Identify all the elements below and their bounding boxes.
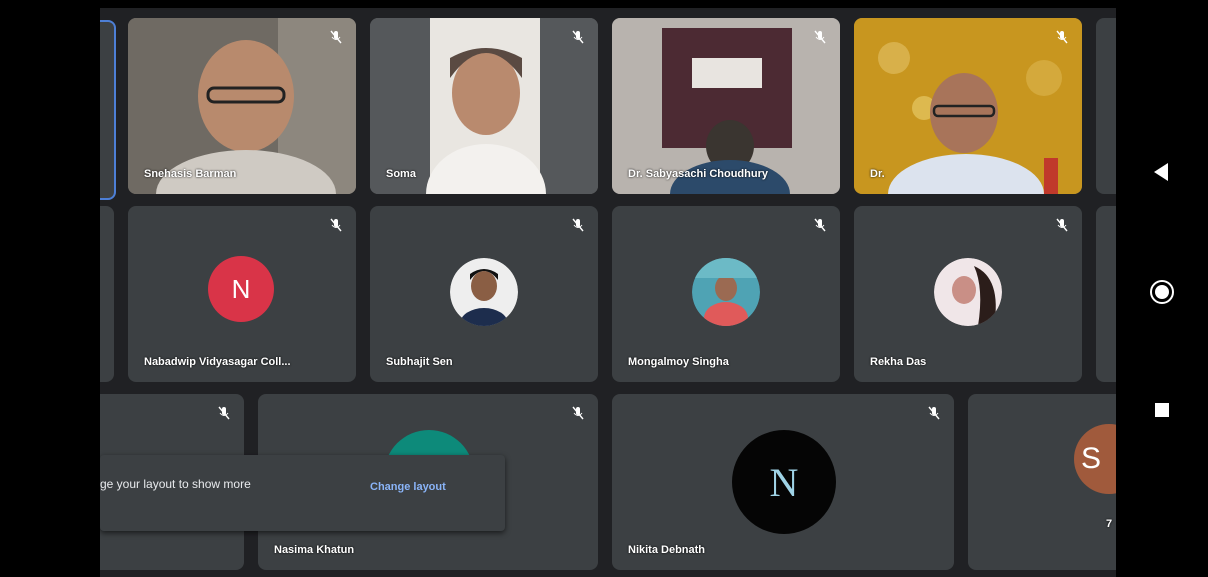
participant-name: Dr. Sabyasachi Choudhury	[628, 168, 768, 180]
participant-tile[interactable]: Dr. Sabyasachi Choudhury	[612, 18, 840, 194]
pinned-tile-edge[interactable]	[100, 20, 116, 200]
participant-name: Subhajit Sen	[386, 356, 453, 368]
avatar-initial: S	[1080, 442, 1101, 475]
mic-off-icon	[330, 30, 342, 44]
participant-name: 7	[1106, 518, 1113, 530]
participant-name: Rekha Das	[870, 356, 927, 368]
participant-tile[interactable]: S 7	[968, 394, 1116, 570]
participant-avatar	[450, 258, 518, 326]
meeting-grid: Snehasis Barman Soma Dr. Sabyasachi Chou…	[100, 8, 1116, 577]
change-layout-button[interactable]: Change layout	[370, 481, 446, 493]
participant-tile[interactable]: Rekha Das	[854, 206, 1082, 382]
mic-off-icon	[814, 218, 826, 232]
participant-name: Mongalmoy Singha	[628, 356, 729, 368]
mic-off-icon	[572, 406, 584, 420]
participant-video	[854, 18, 1082, 194]
avatar-initial: N	[769, 459, 799, 505]
mic-off-icon	[572, 218, 584, 232]
participant-avatar: N	[732, 430, 836, 534]
participant-tile[interactable]: Mongalmoy Singha	[612, 206, 840, 382]
home-circle-icon[interactable]	[1148, 278, 1176, 306]
mic-off-icon	[814, 30, 826, 44]
participant-tile[interactable]	[1096, 18, 1116, 194]
participant-name: Dr.	[870, 168, 885, 180]
participant-name: Nabadwip Vidyasagar Coll...	[144, 356, 291, 368]
recents-square-icon[interactable]	[1148, 396, 1176, 424]
toast-message: ge your layout to show more	[100, 477, 251, 491]
mic-off-icon	[330, 218, 342, 232]
participant-tile[interactable]: N Nikita Debnath	[612, 394, 954, 570]
participant-avatar: S	[1074, 424, 1116, 494]
participant-name: Soma	[386, 168, 416, 180]
avatar-initial: N	[231, 273, 251, 304]
participant-tile[interactable]: N Nabadwip Vidyasagar Coll...	[128, 206, 356, 382]
layout-toast: ge your layout to show more Change layou…	[100, 455, 505, 531]
mic-off-icon	[1056, 218, 1068, 232]
participant-tile[interactable]: Snehasis Barman	[128, 18, 356, 194]
participant-tile[interactable]: Subhajit Sen	[370, 206, 598, 382]
participant-tile[interactable]: Soma	[370, 18, 598, 194]
participant-name: Nasima Khatun	[274, 544, 355, 556]
participant-name: Snehasis Barman	[144, 168, 237, 180]
participant-tile[interactable]	[100, 206, 114, 382]
mic-off-icon	[1056, 30, 1068, 44]
mic-off-icon	[572, 30, 584, 44]
mic-off-icon	[218, 406, 230, 420]
participant-avatar	[692, 258, 760, 326]
participant-name: Nikita Debnath	[628, 544, 706, 556]
participant-tile[interactable]: Dr.	[854, 18, 1082, 194]
participant-avatar	[934, 258, 1002, 326]
system-nav-bar	[1116, 0, 1208, 577]
participant-avatar: N	[208, 256, 274, 322]
participant-tile[interactable]	[1096, 206, 1116, 382]
mic-off-icon	[928, 406, 940, 420]
back-triangle-icon[interactable]	[1148, 158, 1176, 186]
